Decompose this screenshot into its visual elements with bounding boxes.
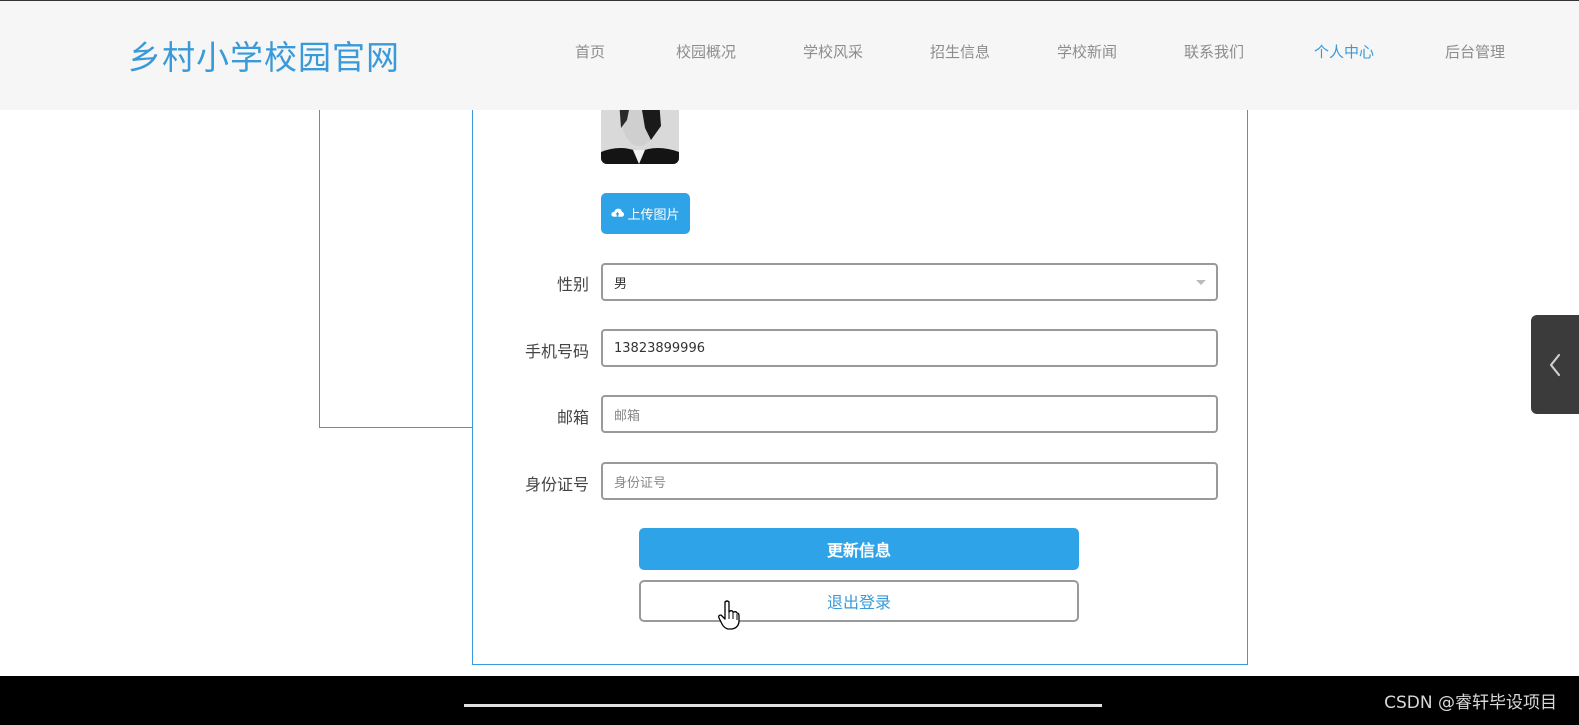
nav-item-home[interactable]: 首页 xyxy=(575,41,605,62)
id-card-label: 身份证号 xyxy=(524,475,589,494)
phone-input[interactable]: 13823899996 xyxy=(601,329,1218,367)
nav-item-school-style[interactable]: 学校风采 xyxy=(803,41,863,62)
chevron-left-icon xyxy=(1549,353,1561,376)
upload-image-button[interactable]: 上传图片 xyxy=(601,193,690,234)
page: 乡村小学校园官网 首页 校园概况 学校风采 招生信息 学校新闻 联系我们 个人中… xyxy=(0,0,1579,725)
left-panel-frame xyxy=(319,60,473,428)
upload-button-label: 上传图片 xyxy=(627,208,680,223)
email-label: 邮箱 xyxy=(556,408,589,427)
side-collapse-tab[interactable] xyxy=(1531,315,1579,414)
phone-label: 手机号码 xyxy=(524,342,589,361)
nav-item-news[interactable]: 学校新闻 xyxy=(1057,41,1117,62)
id-card-input[interactable]: 身份证号 xyxy=(601,462,1218,500)
gender-select[interactable]: 男 xyxy=(601,263,1218,301)
watermark: CSDN @睿轩毕设项目 xyxy=(1384,693,1557,713)
logout-button[interactable]: 退出登录 xyxy=(639,580,1079,622)
nav-item-admissions[interactable]: 招生信息 xyxy=(930,41,990,62)
nav-item-campus-overview[interactable]: 校园概况 xyxy=(676,41,736,62)
caret-down-icon xyxy=(1196,280,1206,285)
cloud-upload-icon xyxy=(611,208,625,217)
hand-pointer-icon xyxy=(718,600,740,630)
video-control-bar: CSDN @睿轩毕设项目 xyxy=(0,676,1579,725)
nav-item-personal-center[interactable]: 个人中心 xyxy=(1314,41,1374,62)
gender-label: 性别 xyxy=(556,275,589,294)
progress-track[interactable] xyxy=(464,704,1102,707)
main-nav: 首页 校园概况 学校风采 招生信息 学校新闻 联系我们 个人中心 后台管理 xyxy=(0,41,1579,65)
nav-item-admin[interactable]: 后台管理 xyxy=(1445,41,1505,62)
site-header: 乡村小学校园官网 首页 校园概况 学校风采 招生信息 学校新闻 联系我们 个人中… xyxy=(0,1,1579,110)
update-info-button[interactable]: 更新信息 xyxy=(639,528,1079,570)
gender-select-value: 男 xyxy=(614,276,628,292)
nav-item-contact[interactable]: 联系我们 xyxy=(1184,41,1244,62)
email-input[interactable]: 邮箱 xyxy=(601,395,1218,433)
